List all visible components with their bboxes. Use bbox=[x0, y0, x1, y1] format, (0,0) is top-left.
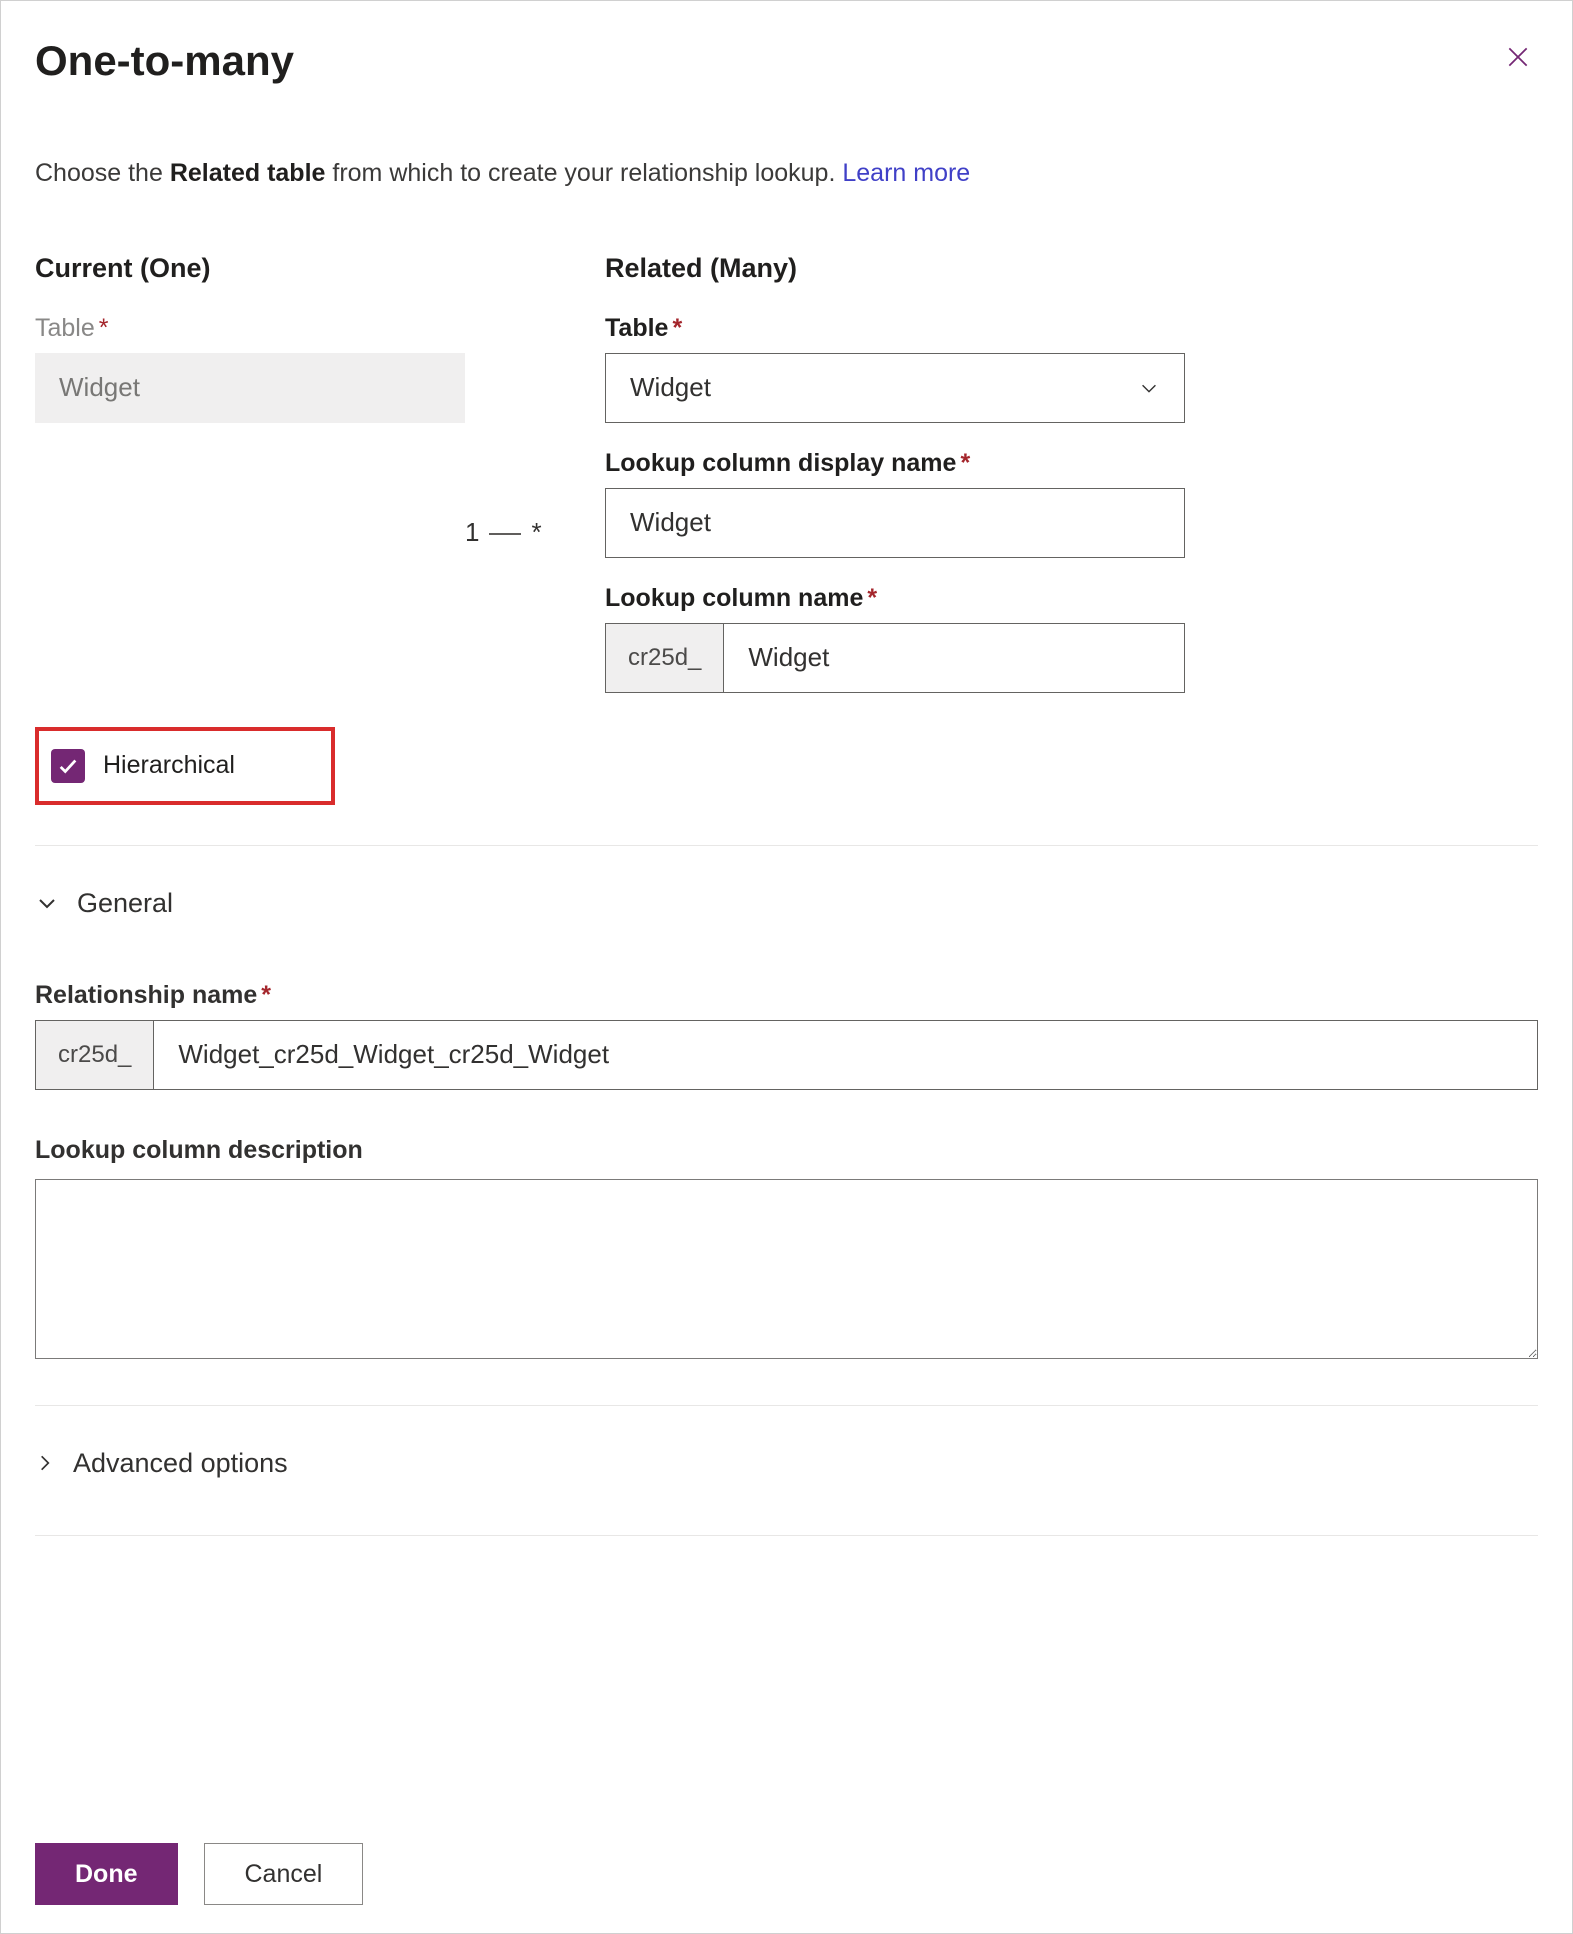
chevron-down-icon bbox=[35, 891, 59, 915]
relationship-name-prefix: cr25d_ bbox=[36, 1021, 154, 1089]
relationship-name-value: Widget_cr25d_Widget_cr25d_Widget bbox=[154, 1021, 1537, 1089]
related-heading: Related (Many) bbox=[605, 253, 1185, 284]
connector-line-icon bbox=[489, 533, 521, 535]
required-star: * bbox=[867, 584, 877, 612]
relationship-name-label-text: Relationship name bbox=[35, 981, 257, 1009]
close-button[interactable] bbox=[1498, 37, 1538, 77]
learn-more-link[interactable]: Learn more bbox=[842, 159, 970, 187]
related-table-label-text: Table bbox=[605, 314, 668, 342]
lookup-display-name-input[interactable]: Widget bbox=[605, 488, 1185, 558]
related-column: Related (Many) Table* Widget Lookup colu… bbox=[605, 253, 1185, 719]
done-button[interactable]: Done bbox=[35, 1843, 178, 1905]
connector-right: * bbox=[531, 517, 541, 548]
relationship-name-label: Relationship name* bbox=[35, 981, 1538, 1010]
required-star: * bbox=[672, 314, 682, 342]
lookup-description-label: Lookup column description bbox=[35, 1136, 1538, 1165]
general-heading: General bbox=[77, 888, 173, 919]
current-table-value: Widget bbox=[59, 372, 140, 403]
hierarchical-checkbox[interactable] bbox=[51, 749, 85, 783]
current-table-label-text: Table bbox=[35, 314, 95, 342]
intro-suffix: from which to create your relationship l… bbox=[325, 159, 842, 187]
hierarchical-section: Hierarchical bbox=[35, 727, 1538, 805]
general-accordion-toggle[interactable]: General bbox=[35, 888, 1538, 919]
current-column: Current (One) Table* Widget bbox=[35, 253, 465, 719]
chevron-right-icon bbox=[35, 1453, 55, 1473]
lookup-description-textarea[interactable] bbox=[35, 1179, 1538, 1359]
lookup-name-label-text: Lookup column name bbox=[605, 584, 863, 612]
related-table-label: Table* bbox=[605, 314, 1185, 343]
lookup-display-label-text: Lookup column display name bbox=[605, 449, 956, 477]
intro-text: Choose the Related table from which to c… bbox=[35, 155, 1538, 193]
lookup-display-name-value: Widget bbox=[630, 507, 711, 538]
intro-prefix: Choose the bbox=[35, 159, 170, 187]
hierarchical-label: Hierarchical bbox=[103, 751, 235, 780]
relationship-name-input[interactable]: cr25d_ Widget_cr25d_Widget_cr25d_Widget bbox=[35, 1020, 1538, 1090]
required-star: * bbox=[99, 314, 109, 342]
intro-bold: Related table bbox=[170, 159, 326, 187]
lookup-name-prefix: cr25d_ bbox=[606, 624, 724, 692]
divider bbox=[35, 845, 1538, 846]
divider bbox=[35, 1405, 1538, 1406]
checkmark-icon bbox=[57, 755, 79, 777]
cancel-button[interactable]: Cancel bbox=[204, 1843, 364, 1905]
lookup-column-name-input[interactable]: cr25d_ Widget bbox=[605, 623, 1185, 693]
lookup-name-value: Widget bbox=[724, 624, 1184, 692]
divider bbox=[35, 1535, 1538, 1536]
hierarchical-highlight: Hierarchical bbox=[35, 727, 335, 805]
page-title: One-to-many bbox=[35, 37, 294, 85]
header: One-to-many bbox=[35, 37, 1538, 85]
close-icon bbox=[1505, 44, 1531, 70]
advanced-heading: Advanced options bbox=[73, 1448, 288, 1479]
related-table-value: Widget bbox=[630, 372, 711, 403]
required-star: * bbox=[261, 981, 271, 1009]
lookup-column-name-label: Lookup column name* bbox=[605, 584, 1185, 613]
connector-left: 1 bbox=[465, 517, 479, 548]
current-table-field: Widget bbox=[35, 353, 465, 423]
one-to-many-panel: One-to-many Choose the Related table fro… bbox=[0, 0, 1573, 1934]
advanced-accordion-toggle[interactable]: Advanced options bbox=[35, 1448, 1538, 1479]
required-star: * bbox=[960, 449, 970, 477]
footer: Done Cancel bbox=[35, 1823, 1538, 1905]
lookup-display-name-label: Lookup column display name* bbox=[605, 449, 1185, 478]
related-table-select[interactable]: Widget bbox=[605, 353, 1185, 423]
relationship-columns: Current (One) Table* Widget 1 * Related … bbox=[35, 253, 1538, 719]
chevron-down-icon bbox=[1138, 377, 1160, 399]
current-table-label: Table* bbox=[35, 314, 465, 343]
current-heading: Current (One) bbox=[35, 253, 465, 284]
cardinality-connector: 1 * bbox=[465, 253, 605, 719]
